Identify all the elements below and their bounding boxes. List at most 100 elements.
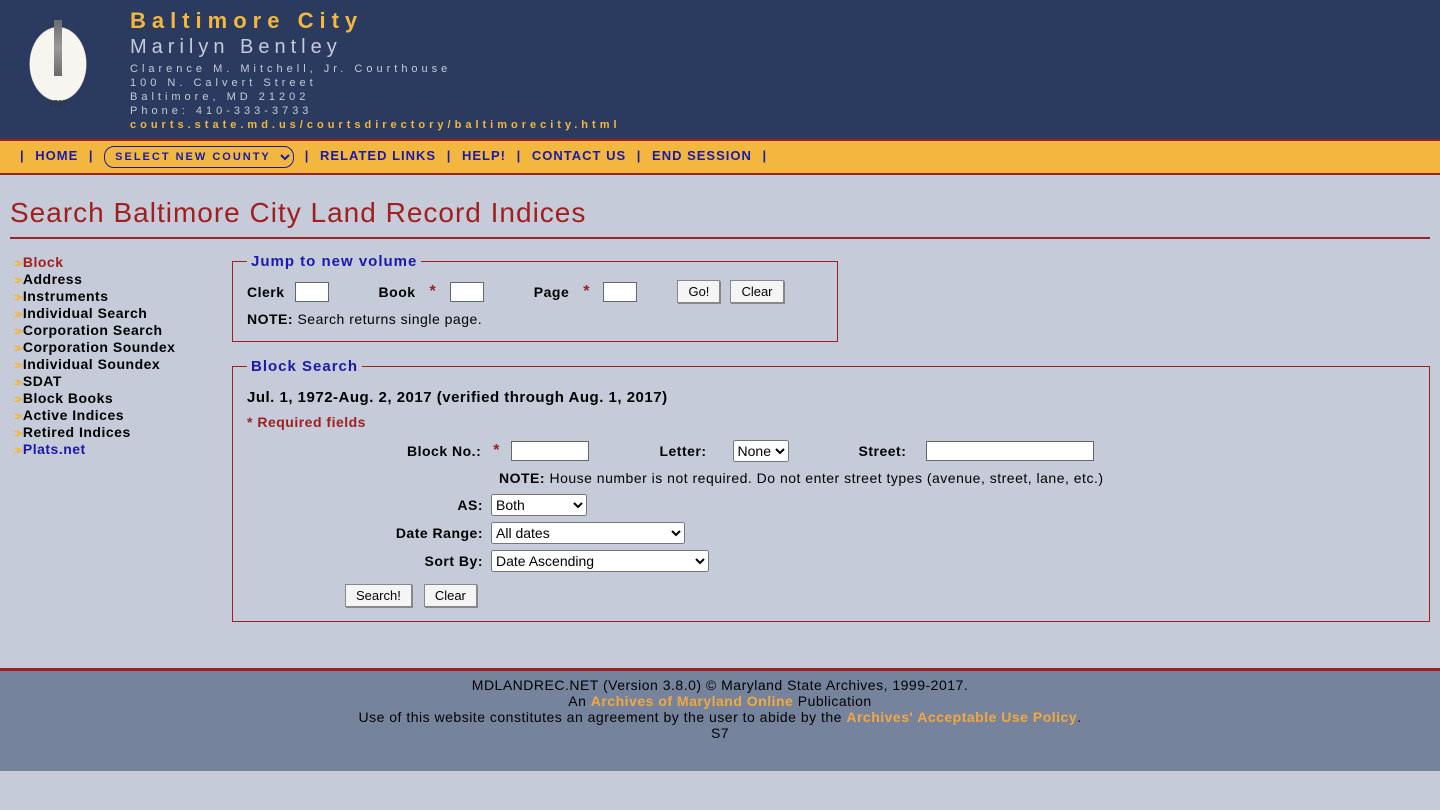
footer-pub-suffix: Publication <box>793 693 871 709</box>
sidebar-item-corporation-search[interactable]: >> Corporation Search <box>14 322 232 338</box>
footer-aup-link[interactable]: Archives' Acceptable Use Policy <box>846 709 1077 725</box>
sortby-label: Sort By: <box>247 553 491 569</box>
site-header: Baltimore City Marilyn Bentley Clarence … <box>0 0 1440 139</box>
page-label: Page <box>534 284 569 300</box>
sidebar-item-block-books[interactable]: >> Block Books <box>14 390 232 406</box>
jump-go-button[interactable]: Go! <box>677 280 720 303</box>
forms-column: Jump to new volume Clerk Book * Page * G… <box>232 253 1430 638</box>
sortby-select[interactable]: Date Ascending <box>491 550 709 572</box>
sidebar-item-label: Plats.net <box>23 441 86 457</box>
sidebar-item-label: Corporation Soundex <box>23 339 176 355</box>
header-phone: Phone: 410-333-3733 <box>130 105 621 117</box>
chevron-right-icon: >> <box>14 411 19 423</box>
street-input[interactable] <box>926 441 1094 461</box>
blockno-label: Block No.: <box>407 443 481 459</box>
sidebar-item-corporation-soundex[interactable]: >> Corporation Soundex <box>14 339 232 355</box>
header-address-line2: 100 N. Calvert Street <box>130 77 621 89</box>
block-note-text: House number is not required. Do not ent… <box>545 470 1103 486</box>
required-fields-note: * Required fields <box>247 414 1415 430</box>
chevron-right-icon: >> <box>14 326 19 338</box>
search-button[interactable]: Search! <box>345 584 412 607</box>
sidebar-item-label: Retired Indices <box>23 424 131 440</box>
nav-contact[interactable]: CONTACT US <box>532 148 626 163</box>
street-label: Street: <box>859 443 907 459</box>
sidebar-item-label: Individual Soundex <box>23 356 160 372</box>
chevron-right-icon: >> <box>14 394 19 406</box>
sidebar-item-label: Individual Search <box>23 305 147 321</box>
sidebar-item-individual-soundex[interactable]: >> Individual Soundex <box>14 356 232 372</box>
nav-related-links[interactable]: RELATED LINKS <box>320 148 436 163</box>
letter-label: Letter: <box>659 443 706 459</box>
sidebar-item-label: Address <box>23 271 83 287</box>
footer-copyright: MDLANDREC.NET (Version 3.8.0) © Maryland… <box>10 677 1430 693</box>
sidebar-item-active-indices[interactable]: >> Active Indices <box>14 407 232 423</box>
nav-help[interactable]: HELP! <box>462 148 506 163</box>
clerk-input[interactable] <box>295 282 329 302</box>
sidebar-item-plats-net[interactable]: >> Plats.net <box>14 441 232 457</box>
block-date-range-text: Jul. 1, 1972-Aug. 2, 2017 (verified thro… <box>247 389 1415 406</box>
jump-note-text: Search returns single page. <box>293 311 482 327</box>
header-address-line1: Clarence M. Mitchell, Jr. Courthouse <box>130 63 621 75</box>
chevron-right-icon: >> <box>14 275 19 287</box>
nav-end-session[interactable]: END SESSION <box>652 148 752 163</box>
footer-agree-suffix: . <box>1077 709 1081 725</box>
letter-select[interactable]: None <box>733 440 789 462</box>
jump-volume-fieldset: Jump to new volume Clerk Book * Page * G… <box>232 253 838 342</box>
chevron-right-icon: >> <box>14 343 19 355</box>
chevron-right-icon: >> <box>14 292 19 304</box>
blockno-required-icon: * <box>493 442 499 460</box>
header-external-link[interactable]: courts.state.md.us/courtsdirectory/balti… <box>130 119 621 131</box>
top-navbar: | HOME | SELECT NEW COUNTY | RELATED LIN… <box>0 139 1440 175</box>
chevron-right-icon: >> <box>14 445 19 457</box>
page-title: Search Baltimore City Land Record Indice… <box>10 197 1430 229</box>
block-legend: Block Search <box>247 358 362 375</box>
sidebar-item-label: Block <box>23 254 64 270</box>
chevron-right-icon: >> <box>14 428 19 440</box>
sidebar: >>Block>>Address>>Instruments>>Individua… <box>10 253 232 638</box>
footer-agree-prefix: Use of this website constitutes an agree… <box>358 709 846 725</box>
sidebar-item-sdat[interactable]: >> SDAT <box>14 373 232 389</box>
sidebar-item-instruments[interactable]: >> Instruments <box>14 288 232 304</box>
block-clear-button[interactable]: Clear <box>424 584 477 607</box>
page-required-icon: * <box>583 283 589 301</box>
block-search-fieldset: Block Search Jul. 1, 1972-Aug. 2, 2017 (… <box>232 358 1430 622</box>
sidebar-item-label: Block Books <box>23 390 113 406</box>
blockno-input[interactable] <box>511 441 589 461</box>
sidebar-item-label: Active Indices <box>23 407 124 423</box>
footer-server-id: S7 <box>10 725 1430 741</box>
sidebar-item-address[interactable]: >> Address <box>14 271 232 287</box>
footer-pub-prefix: An <box>568 693 591 709</box>
sidebar-item-retired-indices[interactable]: >> Retired Indices <box>14 424 232 440</box>
chevron-right-icon: >> <box>14 377 19 389</box>
nav-select-county[interactable]: SELECT NEW COUNTY <box>104 146 294 168</box>
as-select[interactable]: Both <box>491 494 587 516</box>
header-clerk-name: Marilyn Bentley <box>130 36 621 59</box>
book-required-icon: * <box>430 283 436 301</box>
sidebar-item-label: Instruments <box>23 288 109 304</box>
header-city-title: Baltimore City <box>130 8 621 34</box>
footer-archives-link[interactable]: Archives of Maryland Online <box>591 693 794 709</box>
book-label: Book <box>379 284 416 300</box>
content-area: Search Baltimore City Land Record Indice… <box>0 175 1440 658</box>
sidebar-item-block[interactable]: >>Block <box>14 254 232 270</box>
chevron-right-icon: >> <box>14 360 19 372</box>
jump-note-prefix: NOTE: <box>247 311 293 327</box>
clerk-label: Clerk <box>247 284 285 300</box>
header-address-line3: Baltimore, MD 21202 <box>130 91 621 103</box>
chevron-right-icon: >> <box>14 309 19 321</box>
block-note-prefix: NOTE: <box>499 470 545 486</box>
jump-legend: Jump to new volume <box>247 253 421 270</box>
sidebar-item-label: Corporation Search <box>23 322 163 338</box>
jump-clear-button[interactable]: Clear <box>730 280 783 303</box>
book-input[interactable] <box>450 282 484 302</box>
sidebar-item-individual-search[interactable]: >> Individual Search <box>14 305 232 321</box>
sidebar-item-label: SDAT <box>23 373 62 389</box>
page-input[interactable] <box>603 282 637 302</box>
city-seal-icon <box>14 8 102 120</box>
as-label: AS: <box>247 497 491 513</box>
daterange-label: Date Range: <box>247 525 491 541</box>
site-footer: MDLANDREC.NET (Version 3.8.0) © Maryland… <box>0 671 1440 771</box>
daterange-select[interactable]: All dates <box>491 522 685 544</box>
nav-home[interactable]: HOME <box>35 148 78 163</box>
header-text-block: Baltimore City Marilyn Bentley Clarence … <box>130 8 621 133</box>
